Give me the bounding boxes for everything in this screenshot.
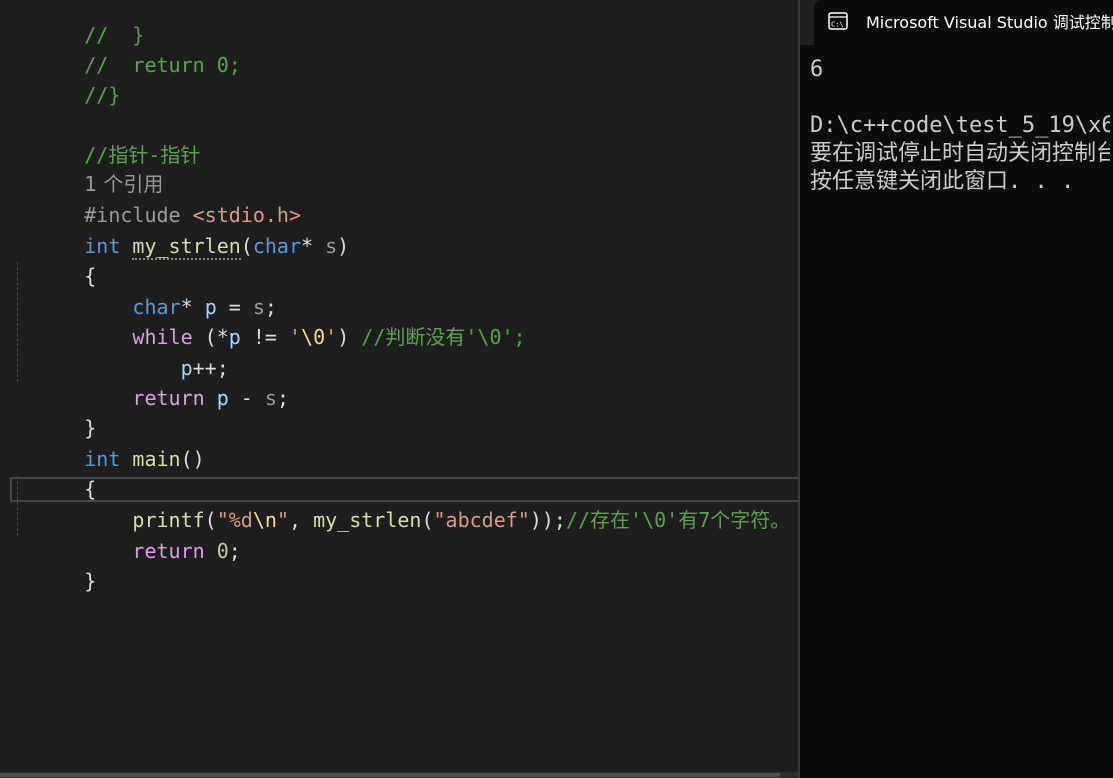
comment: //判断没有'\0'; bbox=[361, 325, 526, 349]
function-name: my_strlen bbox=[313, 508, 422, 532]
char-literal: ' bbox=[325, 325, 338, 349]
console-output: 6 D:\c++code\test_5_19\x64\Debug\test_5_… bbox=[810, 56, 1110, 196]
console-output-line: 按任意键关闭此窗口. . . bbox=[810, 169, 1075, 194]
code-line[interactable]: while (*p != '\0') //判断没有'\0'; bbox=[12, 292, 525, 349]
code-line[interactable]: // return 0; bbox=[12, 20, 241, 77]
string-literal: " bbox=[276, 508, 289, 532]
code-line[interactable]: return 0; bbox=[12, 506, 240, 563]
code-line[interactable]: } bbox=[12, 383, 96, 440]
variable: p bbox=[216, 386, 229, 410]
code-line[interactable]: // } bbox=[12, 0, 144, 47]
variable: p bbox=[228, 325, 241, 349]
escape-sequence: \n bbox=[252, 508, 277, 532]
code-line[interactable]: char* p = s; bbox=[12, 262, 277, 319]
code-line[interactable]: } bbox=[12, 536, 96, 593]
code-line[interactable]: #include <stdio.h> bbox=[12, 170, 301, 227]
console-title: Microsoft Visual Studio 调试控制台 bbox=[866, 13, 1113, 32]
function-name: main bbox=[132, 447, 181, 471]
keyword-control: return bbox=[132, 386, 205, 410]
console-output-line: 要在调试停止时自动关闭控制台，请启用 bbox=[810, 141, 1110, 166]
code-line[interactable]: return p - s; bbox=[12, 353, 289, 410]
code-line[interactable]: p++; bbox=[12, 323, 229, 380]
escape-sequence: \0 bbox=[301, 325, 326, 349]
console-titlebar[interactable]: C:\ Microsoft Visual Studio 调试控制台 bbox=[800, 0, 1113, 45]
code-line[interactable]: int main() bbox=[12, 414, 204, 471]
code-editor[interactable]: // } // return 0; //} //指针-指针 1 个引用 #inc… bbox=[0, 0, 798, 778]
number-literal: 0 bbox=[216, 539, 229, 563]
string-literal: "abcdef" bbox=[433, 508, 530, 532]
code-line[interactable]: int my_strlen(char* s) bbox=[12, 201, 349, 260]
code-line[interactable]: //} bbox=[12, 50, 120, 107]
code-line[interactable]: //指针-指针 bbox=[12, 110, 200, 167]
comment: //} bbox=[84, 83, 121, 107]
scrollbar-thumb[interactable] bbox=[0, 773, 780, 777]
keyword: char bbox=[252, 234, 302, 258]
function-name: my_strlen bbox=[132, 234, 241, 260]
editor-horizontal-scrollbar[interactable] bbox=[0, 772, 798, 778]
parameter: s bbox=[264, 386, 277, 410]
console-output-line: D:\c++code\test_5_19\x64\Debug\test_5_19… bbox=[810, 113, 1110, 138]
code-line-current[interactable]: printf("%d\n", my_strlen("abcdef"));//存在… bbox=[12, 475, 790, 532]
code-line[interactable]: { bbox=[12, 231, 96, 288]
codelens-references[interactable]: 1 个引用 bbox=[12, 139, 163, 196]
brace: } bbox=[84, 569, 97, 593]
console-app-icon: C:\ bbox=[828, 12, 848, 30]
comment: //存在'\0'有7个字符。 bbox=[565, 508, 791, 532]
console-output-line: 6 bbox=[810, 57, 824, 82]
window: // } // return 0; //} //指针-指针 1 个引用 #inc… bbox=[0, 0, 1113, 778]
console-tab[interactable]: C:\ Microsoft Visual Studio 调试控制台 bbox=[814, 0, 1113, 45]
svg-text:C:\: C:\ bbox=[831, 21, 844, 29]
parameter: s bbox=[325, 234, 338, 258]
code-line[interactable]: { bbox=[12, 444, 96, 501]
debug-console-window[interactable]: C:\ Microsoft Visual Studio 调试控制台 6 D:\c… bbox=[800, 0, 1113, 778]
keyword-control: return bbox=[132, 539, 205, 563]
char-literal: ' bbox=[289, 325, 302, 349]
